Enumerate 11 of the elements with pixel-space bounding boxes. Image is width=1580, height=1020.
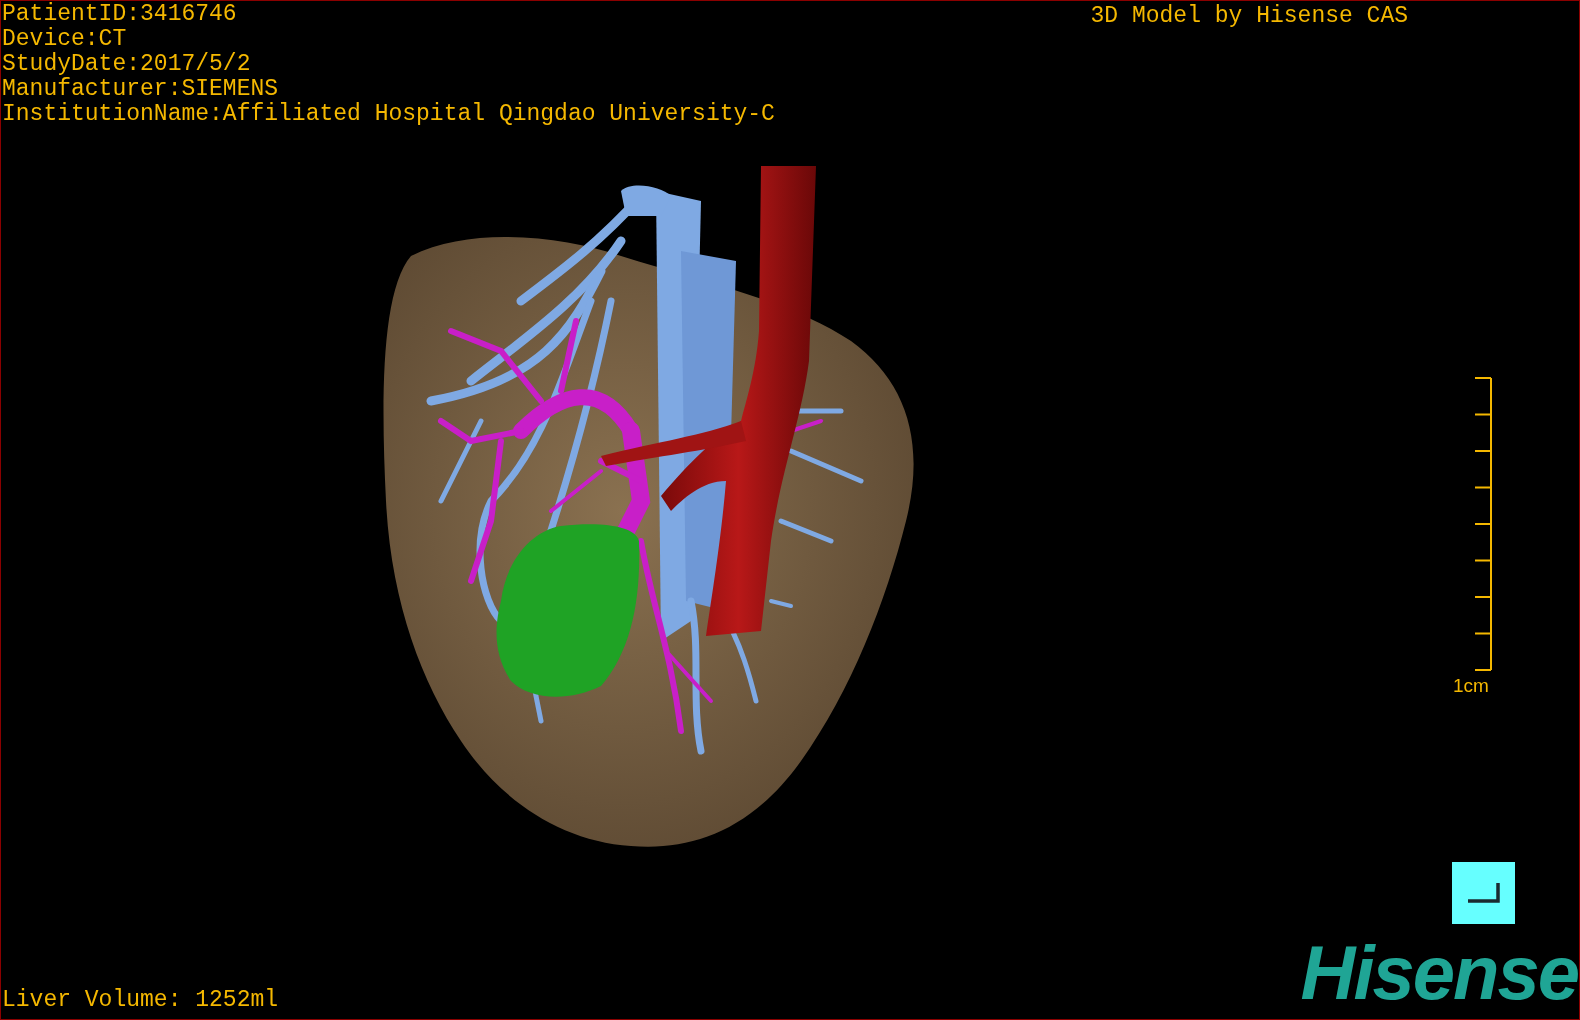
corner-icon <box>1466 882 1501 904</box>
corner-button[interactable] <box>1452 862 1515 924</box>
liver-volume-text: Liver Volume: 1252ml <box>2 988 279 1013</box>
scale-bar-label: 1cm <box>1453 675 1489 697</box>
patient-info-text: StudyDate:2017/5/2 <box>2 52 251 77</box>
patient-info-text: PatientID:3416746 <box>2 2 237 27</box>
patient-info-text: Manufacturer:SIEMENS <box>2 77 279 102</box>
patient-info-text: InstitutionName:Affiliated Hospital Qingdao University-C <box>2 102 775 127</box>
brand-logo: Hisense <box>1300 937 1578 1009</box>
patient-info-text: Device:CT <box>2 27 127 52</box>
viewer-title: 3D Model by Hisense CAS <box>1090 2 1408 29</box>
